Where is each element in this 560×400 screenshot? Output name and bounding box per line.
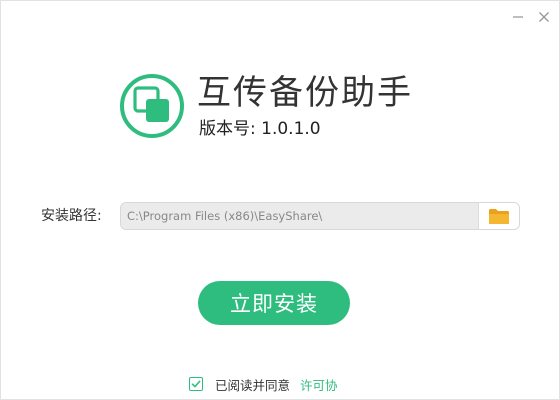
install-now-button[interactable]: 立即安装 [198,281,350,325]
check-icon [191,380,201,388]
agreement-row: 已阅读并同意 许可协 [189,375,338,393]
installer-window: 互传备份助手 版本号: 1.0.1.0 安装路径: 立即安装 已阅读并同意 许可… [0,0,560,400]
agree-checkbox[interactable] [189,377,203,391]
folder-icon [489,208,509,224]
minimize-icon [513,16,523,18]
agreement-text: 已阅读并同意 [215,377,291,393]
minimize-button[interactable] [508,7,528,27]
close-button[interactable] [534,7,554,27]
close-icon [539,12,549,22]
install-path-input[interactable] [121,203,479,229]
browse-folder-button[interactable] [478,203,519,229]
install-path-label: 安装路径: [41,208,102,224]
app-logo-icon [120,74,184,138]
version-label: 版本号: 1.0.1.0 [199,119,321,139]
license-agreement-link[interactable]: 许可协 [300,375,338,394]
install-path-field [120,202,520,230]
app-title: 互传备份助手 [197,73,413,113]
